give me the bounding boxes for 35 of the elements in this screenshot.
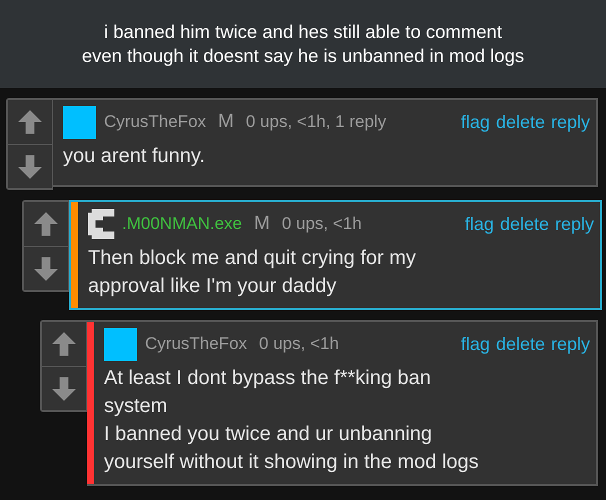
- upvote-button[interactable]: [24, 202, 68, 246]
- up-arrow-icon: [51, 331, 77, 357]
- action-link[interactable]: reply: [550, 112, 590, 132]
- username-link[interactable]: .M00NMAN.exe: [122, 214, 242, 234]
- down-arrow-icon: [33, 256, 59, 282]
- username-link[interactable]: CyrusTheFox: [145, 334, 248, 354]
- comment-text: you arent funny.: [63, 144, 206, 169]
- caption-text: i banned him twice and hes still able to comment even though it doesnt say he is unbanned in mod logs: [82, 20, 524, 68]
- avatar: [104, 328, 137, 360]
- downvote-button[interactable]: [24, 246, 68, 290]
- comment-meta: 0 ups, <1h: [282, 214, 362, 234]
- username-link[interactable]: CyrusTheFox: [104, 112, 206, 132]
- downvote-button[interactable]: [8, 144, 52, 188]
- down-arrow-icon: [51, 376, 77, 402]
- up-arrow-icon: [33, 211, 59, 237]
- action-link[interactable]: delete: [496, 112, 545, 132]
- action-link[interactable]: flag: [460, 112, 490, 132]
- mod-label: M: [254, 213, 270, 235]
- mod-label: M: [218, 111, 234, 133]
- comment-meta: 0 ups, <1h, 1 reply: [246, 112, 386, 132]
- action-link[interactable]: reply: [554, 214, 594, 234]
- action-link[interactable]: flag: [464, 214, 494, 234]
- downvote-button[interactable]: [42, 366, 86, 410]
- action-link[interactable]: delete: [500, 214, 549, 234]
- upvote-button[interactable]: [8, 100, 52, 144]
- comment-meta: 0 ups, <1h: [259, 334, 339, 354]
- avatar: [63, 106, 96, 138]
- down-arrow-icon: [17, 154, 43, 180]
- comment-text: Then block me and quit crying for my approval like I'm your daddy: [88, 246, 417, 299]
- up-arrow-icon: [17, 109, 43, 135]
- comment-text: At least I dont bypass the f**king ban system I banned you twice and ur unbanning yourself without it showing in the mod logs: [104, 366, 480, 475]
- action-link[interactable]: reply: [550, 334, 590, 354]
- action-link[interactable]: flag: [460, 334, 490, 354]
- upvote-button[interactable]: [42, 322, 86, 366]
- action-link[interactable]: delete: [496, 334, 545, 354]
